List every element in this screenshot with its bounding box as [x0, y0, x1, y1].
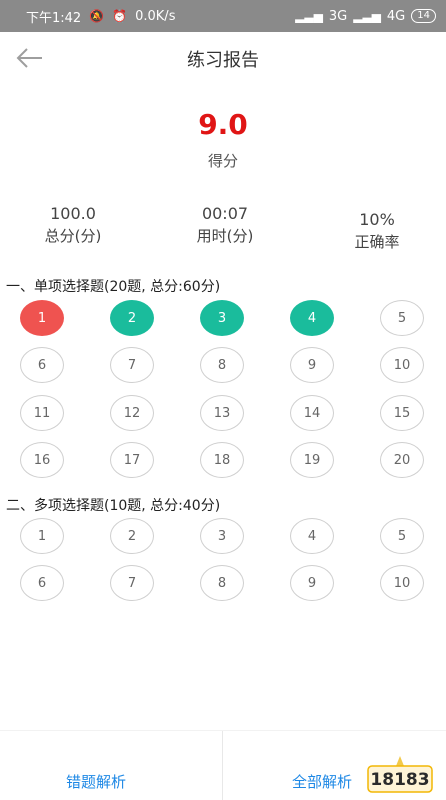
signal-icon-2: ▂▃▅ — [353, 9, 381, 23]
question-bubble[interactable]: 10 — [380, 347, 424, 383]
question-bubble[interactable]: 20 — [380, 442, 424, 478]
question-bubble[interactable]: 9 — [290, 565, 334, 601]
bottom-divider — [222, 731, 223, 800]
question-bubble[interactable]: 3 — [200, 300, 244, 336]
question-bubble[interactable]: 18 — [200, 442, 244, 478]
signal-icon: ▂▃▅ — [295, 9, 323, 23]
question-bubble[interactable]: 6 — [20, 347, 64, 383]
question-bubble[interactable]: 1 — [20, 518, 64, 554]
question-bubble[interactable]: 8 — [200, 347, 244, 383]
question-bubble[interactable]: 1 — [20, 300, 64, 336]
question-bubble[interactable]: 15 — [380, 395, 424, 431]
page-title: 练习报告 — [187, 50, 259, 71]
stat-value: 100.0 — [50, 204, 96, 223]
question-bubble[interactable]: 2 — [110, 300, 154, 336]
question-bubble[interactable]: 11 — [20, 395, 64, 431]
question-grid-single-choice: 1 2 3 4 5 6 7 8 9 10 11 12 13 14 15 16 17 18 19 20 — [0, 300, 446, 485]
network-4g: 4G — [386, 8, 406, 24]
stat-time-used: 00:07 用时(分) — [160, 203, 290, 247]
all-analysis-button[interactable]: 全部解析 — [292, 771, 352, 792]
alarm-icon: ⏰ — [112, 9, 128, 23]
stat-label: 正确率 — [354, 233, 400, 251]
question-bubble[interactable]: 5 — [380, 300, 424, 336]
stat-label: 用时(分) — [196, 227, 254, 245]
question-bubble[interactable]: 3 — [200, 518, 244, 554]
section-title-single-choice: 一、单项选择题(20题, 总分:60分) — [6, 279, 221, 295]
watermark-logo: 18183 — [360, 752, 440, 796]
wrong-analysis-button[interactable]: 错题解析 — [66, 771, 126, 792]
network-speed: 0.0K/s — [135, 8, 176, 24]
mute-icon: 🔕 — [89, 9, 105, 23]
stat-value: 00:07 — [201, 204, 249, 223]
watermark-logo-text: 18183 — [370, 770, 429, 790]
question-grid-multiple-choice: 1 2 3 4 5 6 7 8 9 10 — [0, 518, 446, 613]
question-bubble[interactable]: 5 — [380, 518, 424, 554]
stats-row: 100.0 总分(分) 00:07 用时(分) 10% 正确率 — [0, 203, 446, 253]
question-bubble[interactable]: 9 — [290, 347, 334, 383]
question-bubble[interactable]: 12 — [110, 395, 154, 431]
stat-total-score: 100.0 总分(分) — [8, 203, 138, 247]
question-bubble[interactable]: 7 — [110, 565, 154, 601]
question-bubble[interactable]: 2 — [110, 518, 154, 554]
status-time: 下午1:42 — [26, 10, 82, 26]
question-bubble[interactable]: 13 — [200, 395, 244, 431]
question-bubble[interactable]: 7 — [110, 347, 154, 383]
question-bubble[interactable]: 16 — [20, 442, 64, 478]
question-bubble[interactable]: 17 — [110, 442, 154, 478]
header: 练习报告 — [0, 32, 446, 88]
question-bubble[interactable]: 19 — [290, 442, 334, 478]
question-bubble[interactable]: 4 — [290, 518, 334, 554]
stat-label: 总分(分) — [44, 227, 102, 245]
score-value: 9.0 — [198, 108, 248, 141]
question-bubble[interactable]: 14 — [290, 395, 334, 431]
stat-value: 10% — [359, 210, 395, 229]
stat-accuracy: 10% 正确率 — [312, 209, 442, 253]
question-bubble[interactable]: 8 — [200, 565, 244, 601]
status-bar: 下午1:42 🔕 ⏰ 0.0K/s ▂▃▅ 3G ▂▃▅ 4G 14 — [0, 0, 446, 32]
question-bubble[interactable]: 4 — [290, 300, 334, 336]
score-label: 得分 — [207, 152, 238, 170]
section-title-multiple-choice: 二、多项选择题(10题, 总分:40分) — [6, 498, 221, 514]
battery-indicator: 14 — [411, 9, 436, 23]
network-3g: 3G — [328, 8, 348, 24]
question-bubble[interactable]: 10 — [380, 565, 424, 601]
question-bubble[interactable]: 6 — [20, 565, 64, 601]
